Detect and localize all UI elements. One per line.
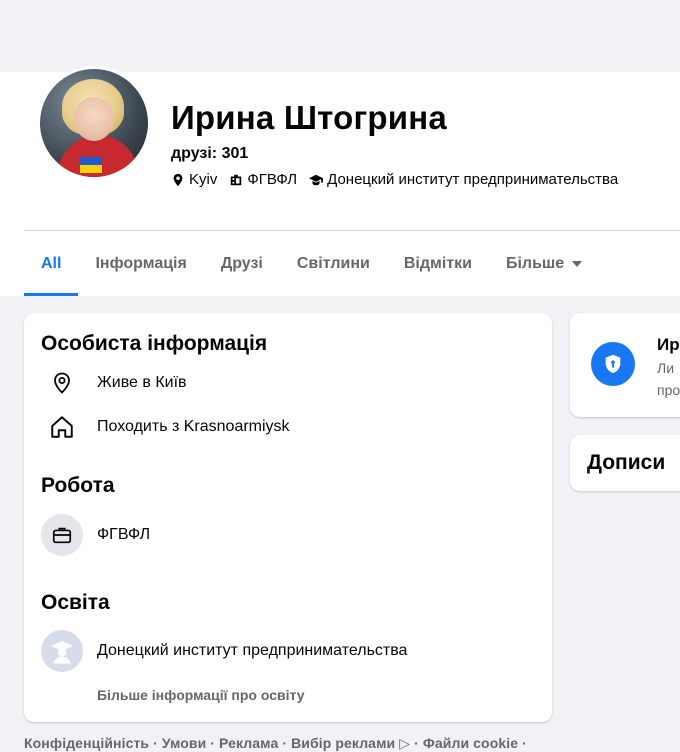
home-icon — [41, 406, 83, 448]
tab-label: Відмітки — [403, 255, 472, 272]
tab-photos[interactable]: Світлини — [280, 232, 387, 296]
tab-label: Світлини — [296, 255, 370, 272]
profile-city[interactable]: Kyiv — [189, 171, 217, 188]
tab-label: All — [41, 255, 62, 272]
from-text[interactable]: Походить з Krasnoarmiysk — [97, 418, 290, 436]
friends-count[interactable]: друзі: 301 — [171, 145, 248, 163]
ukraine-flag-icon — [80, 157, 102, 173]
workplace-icon — [231, 174, 242, 185]
education-title: Освіта — [41, 591, 110, 614]
privacy-card: Ир Ли про — [570, 313, 680, 417]
profile-tabs: All Інформація Друзі Світлини Відмітки Б… — [24, 232, 599, 296]
school-placeholder-icon — [41, 630, 83, 672]
work-title: Робота — [41, 474, 115, 497]
education-row: Донецкий институт предпринимательства — [41, 630, 407, 672]
tab-label: Друзі — [220, 255, 263, 272]
tab-label: Інформація — [95, 255, 187, 272]
header-divider — [24, 230, 680, 231]
tab-more[interactable]: Більше — [489, 232, 599, 296]
briefcase-icon — [41, 514, 83, 556]
privacy-card-line2: про — [657, 382, 680, 398]
education-item-text[interactable]: Донецкий институт предпринимательства — [97, 642, 407, 660]
graduation-cap-icon — [309, 174, 324, 185]
profile-education[interactable]: Донецкий институт предпринимательства — [327, 171, 618, 188]
from-row: Походить з Krasnoarmiysk — [41, 406, 290, 448]
intro-card: Особиста інформація Живе в Київ Походить… — [24, 313, 552, 722]
posts-title: Дописи — [587, 451, 666, 474]
privacy-card-line1: Ли — [657, 360, 675, 376]
profile-meta: Kyiv ФГВФЛ Донецкий институт предпринима… — [171, 171, 618, 188]
location-pin-icon — [173, 173, 183, 186]
profile-work[interactable]: ФГВФЛ — [247, 171, 297, 188]
caret-down-icon — [572, 261, 583, 267]
tab-tags[interactable]: Відмітки — [387, 232, 489, 296]
posts-card: Дописи — [570, 435, 680, 491]
shield-icon — [591, 342, 635, 386]
tab-all[interactable]: All — [24, 232, 79, 296]
tab-label: Більше — [505, 255, 565, 272]
work-item-text[interactable]: ФГВФЛ — [97, 526, 150, 544]
work-row: ФГВФЛ — [41, 514, 150, 556]
tab-friends[interactable]: Друзі — [204, 232, 280, 296]
personal-info-title: Особиста інформація — [41, 332, 268, 355]
tab-info[interactable]: Інформація — [78, 232, 203, 296]
lives-in-text[interactable]: Живе в Київ — [97, 374, 187, 392]
location-pin-icon — [41, 362, 83, 404]
avatar-photo — [40, 69, 148, 177]
profile-avatar[interactable] — [37, 66, 151, 180]
profile-name: Ирина Штогрина — [171, 99, 447, 136]
lives-in-row: Живе в Київ — [41, 362, 187, 404]
privacy-card-title: Ир — [657, 335, 680, 354]
more-education-link[interactable]: Більше інформації про освіту — [97, 687, 305, 703]
footer-links[interactable]: Конфіденційність · Умови · Реклама · Виб… — [24, 735, 527, 752]
